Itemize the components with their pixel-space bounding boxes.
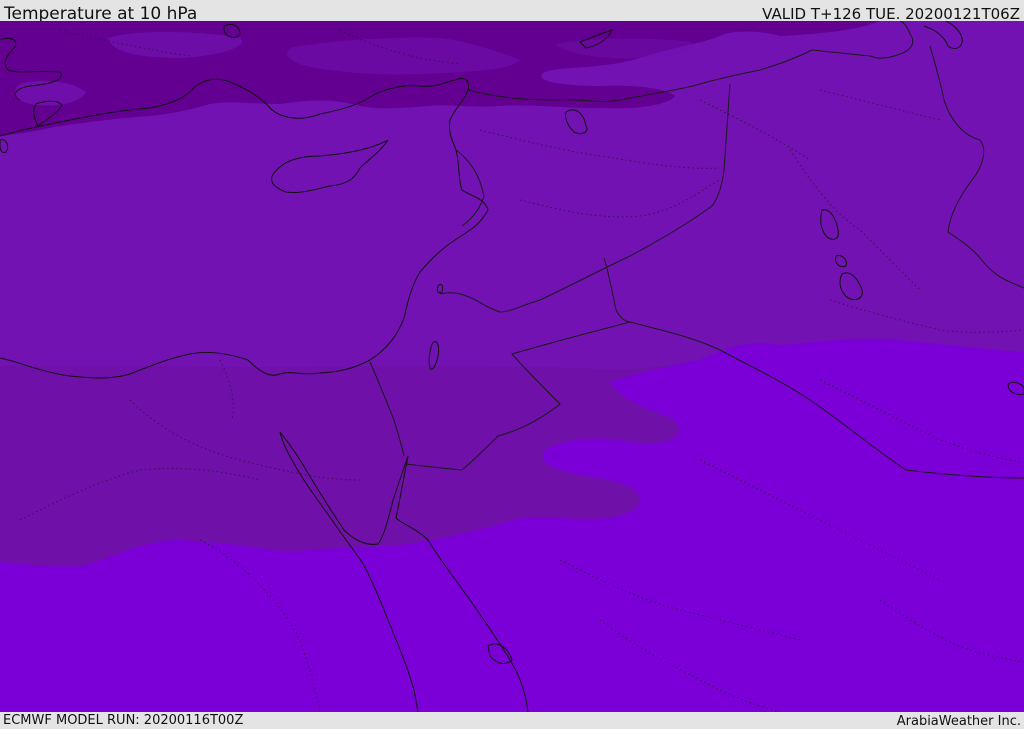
header-bar: Temperature at 10 hPa VALID T+126 TUE. 2…	[0, 0, 1024, 24]
model-run-label: ECMWF MODEL RUN: 20200116T00Z	[3, 713, 244, 728]
weather-map	[0, 21, 1024, 712]
footer-bar: ECMWF MODEL RUN: 20200116T00Z ArabiaWeat…	[0, 712, 1024, 729]
credit-label: ArabiaWeather Inc.	[896, 714, 1021, 729]
